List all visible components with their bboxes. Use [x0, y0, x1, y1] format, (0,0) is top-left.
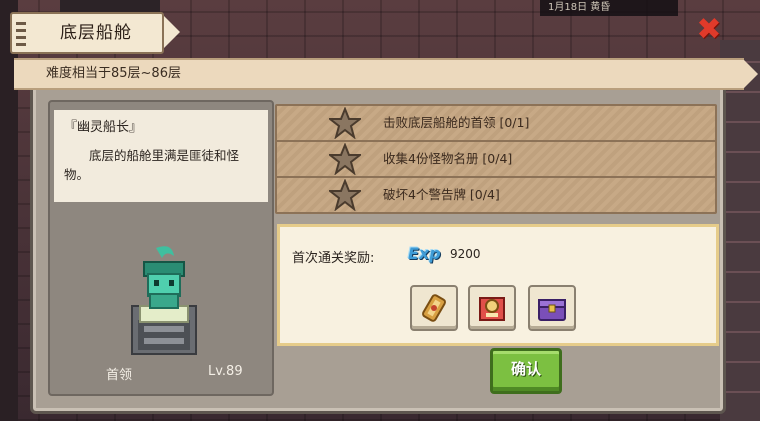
title-tab: 底层船舱	[10, 12, 180, 54]
reward-item-slot[interactable]	[468, 285, 516, 331]
quest-row: 破坏4个警告牌 [0/4]	[275, 176, 717, 214]
exp-icon: Exp	[408, 244, 441, 263]
difficulty-text: 难度相当于85层~86层	[46, 66, 181, 81]
quest-row: 击败底层船舱的首领 [0/1]	[275, 104, 717, 142]
quest-text: 收集4份怪物名册 [0/4]	[383, 151, 513, 166]
scroll-icon	[422, 294, 446, 322]
star-icon	[329, 107, 361, 139]
reward-item-slot[interactable]	[410, 285, 458, 331]
ghost-captain-sprite	[131, 246, 197, 355]
star-icon	[329, 179, 361, 211]
boss-level: Lv.89	[208, 364, 243, 379]
confirm-button[interactable]: 确认	[490, 348, 562, 394]
background-right-wall	[720, 40, 760, 421]
boss-name: 『幽灵船长』	[64, 120, 143, 135]
close-button[interactable]: ✖	[695, 15, 723, 45]
treasure-chest-icon	[538, 299, 566, 321]
boss-label: 首领	[106, 368, 133, 383]
spiral-binding-icon	[16, 18, 26, 46]
boss-panel: 『幽灵船长』 底层的船舱里满是匪徒和怪物。 首领 Lv.89	[48, 100, 274, 396]
dialog-title: 底层船舱	[60, 23, 132, 43]
first-clear-reward-label: 首次通关奖励:	[292, 251, 375, 266]
hud-date-label: 1月18日 黄昏	[540, 0, 678, 16]
quest-text: 破坏4个警告牌 [0/4]	[383, 187, 500, 202]
boss-description: 底层的船舱里满是匪徒和怪物。	[64, 148, 240, 182]
portrait-card-icon	[479, 297, 505, 321]
star-icon	[329, 143, 361, 175]
quest-text: 击败底层船舱的首领 [0/1]	[383, 115, 530, 130]
reward-panel: 首次通关奖励: Exp 9200	[277, 224, 719, 346]
reward-item-slot[interactable]	[528, 285, 576, 331]
quest-row: 收集4份怪物名册 [0/4]	[275, 140, 717, 178]
exp-value: 9200	[450, 247, 481, 261]
difficulty-ribbon: 难度相当于85层~86层	[14, 58, 758, 90]
